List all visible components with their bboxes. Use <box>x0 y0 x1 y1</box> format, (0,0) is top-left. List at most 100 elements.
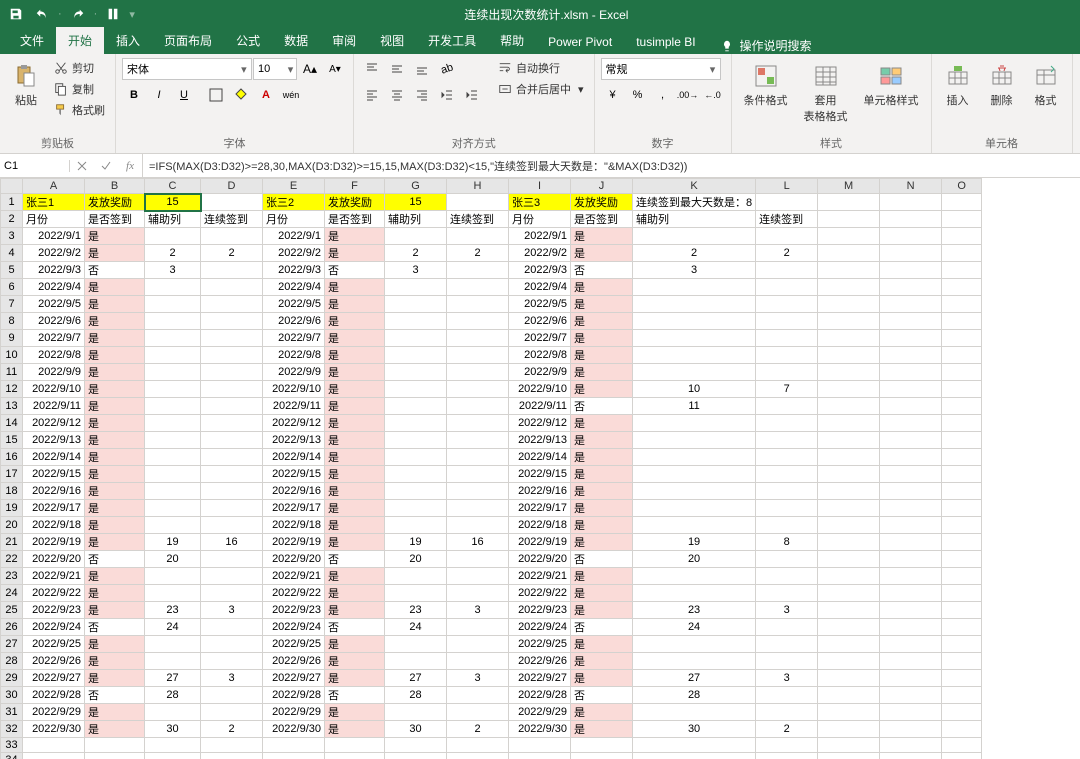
ribbon-tab-公式[interactable]: 公式 <box>224 27 272 54</box>
cell-O21[interactable] <box>942 534 982 551</box>
cell-F34[interactable] <box>325 753 385 759</box>
cell-E33[interactable] <box>263 738 325 753</box>
cell-K22[interactable]: 20 <box>633 551 756 568</box>
cell-E26[interactable]: 2022/9/24 <box>263 619 325 636</box>
cell-C18[interactable] <box>145 483 201 500</box>
cell-O6[interactable] <box>942 279 982 296</box>
cell-I4[interactable]: 2022/9/2 <box>509 245 571 262</box>
cell-I15[interactable]: 2022/9/13 <box>509 432 571 449</box>
cell-H29[interactable]: 3 <box>447 670 509 687</box>
cell-N12[interactable] <box>880 381 942 398</box>
format-painter-button[interactable]: 格式刷 <box>50 100 109 120</box>
cell-O2[interactable] <box>942 211 982 228</box>
number-format-input[interactable] <box>602 63 706 75</box>
cell-C4[interactable]: 2 <box>145 245 201 262</box>
cell-C30[interactable]: 28 <box>145 687 201 704</box>
cell-I25[interactable]: 2022/9/23 <box>509 602 571 619</box>
cell-B11[interactable]: 是 <box>85 364 145 381</box>
cell-L8[interactable] <box>756 313 818 330</box>
row-header-13[interactable]: 13 <box>1 398 23 415</box>
cell-H2[interactable]: 连续签到 <box>447 211 509 228</box>
col-header-O[interactable]: O <box>942 179 982 194</box>
cell-F30[interactable]: 否 <box>325 687 385 704</box>
cell-I5[interactable]: 2022/9/3 <box>509 262 571 279</box>
cell-L3[interactable] <box>756 228 818 245</box>
cell-A17[interactable]: 2022/9/15 <box>23 466 85 483</box>
cell-B4[interactable]: 是 <box>85 245 145 262</box>
cell-F12[interactable]: 是 <box>325 381 385 398</box>
cell-J29[interactable]: 是 <box>571 670 633 687</box>
row-header-19[interactable]: 19 <box>1 500 23 517</box>
font-name-input[interactable] <box>123 63 237 75</box>
cell-J32[interactable]: 是 <box>571 721 633 738</box>
col-header-M[interactable]: M <box>818 179 880 194</box>
cell-N11[interactable] <box>880 364 942 381</box>
grow-font-button[interactable]: A▴ <box>298 58 322 80</box>
cell-O9[interactable] <box>942 330 982 347</box>
cell-H7[interactable] <box>447 296 509 313</box>
cell-D29[interactable]: 3 <box>201 670 263 687</box>
cell-A26[interactable]: 2022/9/24 <box>23 619 85 636</box>
cell-E1[interactable]: 张三2 <box>263 194 325 211</box>
cell-N31[interactable] <box>880 704 942 721</box>
cell-I29[interactable]: 2022/9/27 <box>509 670 571 687</box>
cell-O33[interactable] <box>942 738 982 753</box>
cell-E25[interactable]: 2022/9/23 <box>263 602 325 619</box>
cell-C9[interactable] <box>145 330 201 347</box>
cell-N4[interactable] <box>880 245 942 262</box>
cell-N24[interactable] <box>880 585 942 602</box>
insert-cells-button[interactable]: 插入 <box>938 58 978 112</box>
cell-F10[interactable]: 是 <box>325 347 385 364</box>
cell-F28[interactable]: 是 <box>325 653 385 670</box>
cell-J13[interactable]: 否 <box>571 398 633 415</box>
cell-G26[interactable]: 24 <box>385 619 447 636</box>
cell-I21[interactable]: 2022/9/19 <box>509 534 571 551</box>
cell-I11[interactable]: 2022/9/9 <box>509 364 571 381</box>
cell-K9[interactable] <box>633 330 756 347</box>
cell-L27[interactable] <box>756 636 818 653</box>
cell-H8[interactable] <box>447 313 509 330</box>
cell-C2[interactable]: 辅助列 <box>145 211 201 228</box>
cell-O15[interactable] <box>942 432 982 449</box>
cell-K5[interactable]: 3 <box>633 262 756 279</box>
cell-J11[interactable]: 是 <box>571 364 633 381</box>
cell-I28[interactable]: 2022/9/26 <box>509 653 571 670</box>
cell-M20[interactable] <box>818 517 880 534</box>
cell-G24[interactable] <box>385 585 447 602</box>
ribbon-tab-帮助[interactable]: 帮助 <box>488 27 536 54</box>
cell-M9[interactable] <box>818 330 880 347</box>
cell-B18[interactable]: 是 <box>85 483 145 500</box>
cell-M23[interactable] <box>818 568 880 585</box>
cell-F21[interactable]: 是 <box>325 534 385 551</box>
col-header-G[interactable]: G <box>385 179 447 194</box>
cell-N6[interactable] <box>880 279 942 296</box>
col-header-F[interactable]: F <box>325 179 385 194</box>
cell-E5[interactable]: 2022/9/3 <box>263 262 325 279</box>
cell-D8[interactable] <box>201 313 263 330</box>
ribbon-tab-视图[interactable]: 视图 <box>368 27 416 54</box>
cell-B31[interactable]: 是 <box>85 704 145 721</box>
cell-G11[interactable] <box>385 364 447 381</box>
cell-E14[interactable]: 2022/9/12 <box>263 415 325 432</box>
delete-cells-button[interactable]: 删除 <box>982 58 1022 112</box>
cell-M24[interactable] <box>818 585 880 602</box>
cell-B9[interactable]: 是 <box>85 330 145 347</box>
cell-E27[interactable]: 2022/9/25 <box>263 636 325 653</box>
cell-L11[interactable] <box>756 364 818 381</box>
cell-H24[interactable] <box>447 585 509 602</box>
cell-H15[interactable] <box>447 432 509 449</box>
cell-O18[interactable] <box>942 483 982 500</box>
cell-A25[interactable]: 2022/9/23 <box>23 602 85 619</box>
cell-D24[interactable] <box>201 585 263 602</box>
cell-F14[interactable]: 是 <box>325 415 385 432</box>
cell-O5[interactable] <box>942 262 982 279</box>
cell-K7[interactable] <box>633 296 756 313</box>
cell-N21[interactable] <box>880 534 942 551</box>
cell-M13[interactable] <box>818 398 880 415</box>
cell-B30[interactable]: 否 <box>85 687 145 704</box>
ribbon-tab-数据[interactable]: 数据 <box>272 27 320 54</box>
cell-J20[interactable]: 是 <box>571 517 633 534</box>
touch-mode-icon[interactable] <box>101 2 125 26</box>
row-header-8[interactable]: 8 <box>1 313 23 330</box>
cell-O12[interactable] <box>942 381 982 398</box>
